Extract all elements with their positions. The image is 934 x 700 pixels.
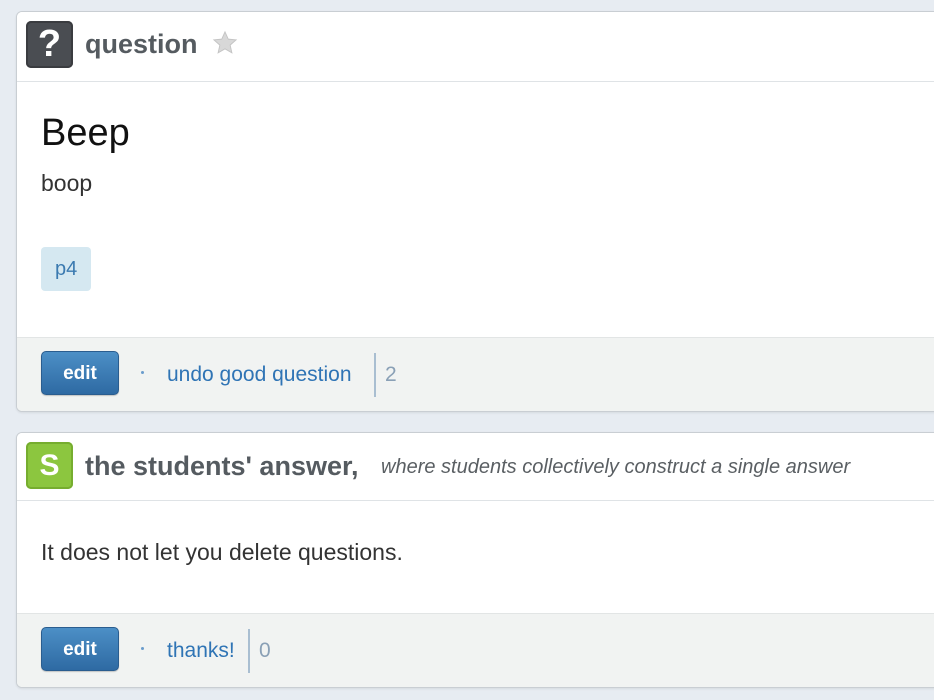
separator-dot (141, 647, 144, 650)
count-divider (374, 353, 376, 397)
student-s-icon: S (26, 442, 73, 489)
student-answer-card: S the students' answer, where students c… (16, 432, 934, 688)
question-mark-icon: ? (26, 21, 73, 68)
star-icon[interactable] (211, 29, 239, 57)
question-title: Beep (41, 112, 130, 154)
student-answer-body: It does not let you delete questions. (41, 539, 403, 565)
count-divider (248, 629, 250, 673)
student-answer-subtitle: where students collectively construct a … (381, 456, 851, 478)
thanks-count: 0 (259, 639, 271, 662)
edit-answer-button[interactable]: edit (41, 627, 119, 671)
question-card: ? question Beep boop p4 edit undo good q… (16, 11, 934, 412)
thanks-link[interactable]: thanks! (167, 639, 235, 663)
student-answer-title: the students' answer, (85, 451, 359, 481)
separator-dot (141, 371, 144, 374)
folder-tag[interactable]: p4 (41, 247, 92, 291)
question-body: boop (41, 170, 93, 196)
question-header: ? question (17, 12, 934, 82)
question-header-title: question (85, 29, 198, 59)
student-answer-footer: edit thanks! 0 (17, 613, 934, 687)
question-footer: edit undo good question 2 (17, 337, 934, 411)
undo-good-question-link[interactable]: undo good question (167, 363, 352, 387)
good-question-count: 2 (385, 363, 397, 386)
edit-question-button[interactable]: edit (41, 351, 119, 395)
student-answer-header: S the students' answer, where students c… (17, 433, 934, 501)
